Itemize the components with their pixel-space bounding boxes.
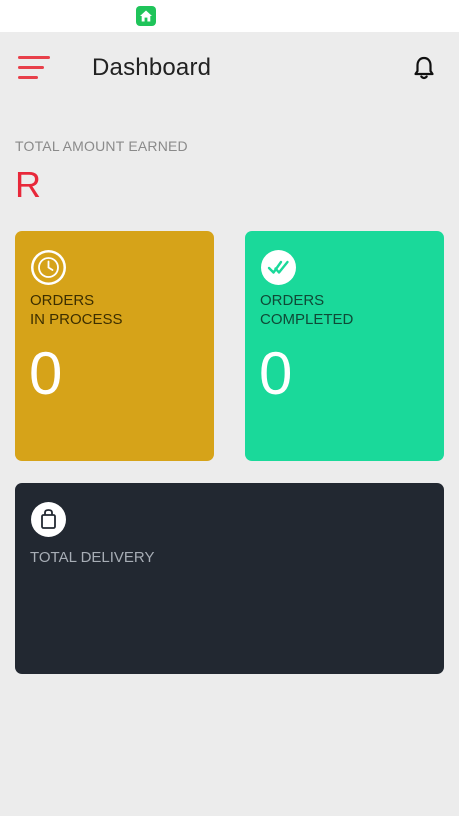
orders-in-process-card[interactable]: ORDERS IN PROCESS 0	[15, 231, 214, 461]
menu-icon[interactable]	[18, 54, 52, 82]
status-bar	[0, 0, 459, 32]
bell-icon[interactable]	[410, 54, 438, 82]
total-delivery-card[interactable]: TOTAL DELIVERY	[15, 483, 444, 674]
total-delivery-label: TOTAL DELIVERY	[30, 549, 155, 566]
shopping-bag-icon	[31, 502, 66, 537]
page-title: Dashboard	[92, 54, 212, 81]
orders-in-process-label: ORDERS IN PROCESS	[30, 292, 123, 328]
clock-icon	[31, 250, 66, 285]
total-earned-value: R	[15, 164, 41, 205]
app-bar: Dashboard	[0, 32, 459, 104]
home-icon	[136, 6, 156, 26]
orders-completed-count: 0	[259, 340, 293, 407]
orders-in-process-count: 0	[29, 340, 63, 407]
double-check-icon	[261, 250, 296, 285]
orders-completed-label: ORDERS COMPLETED	[260, 292, 354, 328]
orders-completed-card[interactable]: ORDERS COMPLETED 0	[245, 231, 444, 461]
total-earned-label: TOTAL AMOUNT EARNED	[15, 138, 188, 154]
